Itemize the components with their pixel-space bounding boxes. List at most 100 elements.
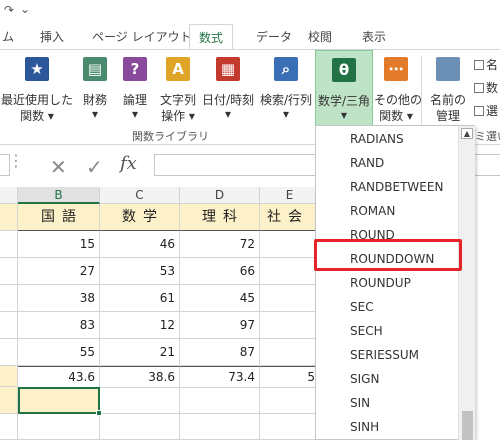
row-header[interactable] [0,204,18,231]
theta-icon: θ [332,58,356,82]
enter-icon[interactable]: ✓ [86,155,103,179]
financial-button[interactable]: ▤ 財務 ▾ [75,50,115,126]
active-cell-selection[interactable] [18,387,102,416]
data-cell[interactable] [100,414,180,440]
recently-used-button[interactable]: ★ 最近使用した 関数 ▾ [0,50,74,126]
ribbon-tabs: ム 挿入 ページ レイアウト 数式 データ 校閲 表示 [0,22,500,51]
data-cell[interactable]: 15 [18,231,100,258]
column-header-c[interactable]: C [100,187,180,204]
header-cell-kokugo[interactable]: 国語 [18,204,100,231]
financial-icon: ▤ [83,57,107,81]
data-cell[interactable] [18,414,100,440]
function-item-roman[interactable]: ROMAN [350,204,395,218]
logical-button[interactable]: ? 論理 ▾ [116,50,154,126]
function-item-sech[interactable]: SECH [350,324,383,338]
quick-access-toolbar: ↷ ⌄ [0,0,500,22]
fill-handle[interactable] [96,410,102,416]
function-item-randbetween[interactable]: RANDBETWEEN [350,180,443,194]
function-item-sin[interactable]: SIN [350,396,370,410]
scroll-up-icon[interactable]: ▲ [461,128,473,139]
scrollbar-thumb[interactable] [462,411,473,440]
row-header[interactable] [0,414,18,440]
dropdown-scrollbar[interactable]: ▲ [458,126,475,440]
use-in-formula-icon [474,83,484,93]
row-header[interactable] [0,231,18,258]
row-header[interactable] [0,258,18,285]
tab-formulas[interactable]: 数式 [189,24,234,51]
data-cell[interactable]: 87 [180,339,260,366]
function-item-sinh[interactable]: SINH [350,420,379,434]
more-functions-icon: ⋯ [384,57,408,81]
row-header[interactable] [0,339,18,366]
data-cell[interactable]: 38 [18,285,100,312]
header-cell-sugaku[interactable]: 数学 [100,204,180,231]
data-cell[interactable] [180,387,260,414]
column-header-d[interactable]: D [180,187,260,204]
function-item-sec[interactable]: SEC [350,300,374,314]
data-cell[interactable]: 83 [18,312,100,339]
name-manager-button[interactable]: 名前の 管理 [426,50,470,126]
data-cell[interactable] [260,387,320,414]
tab-page-layout[interactable]: ページ レイアウト [92,28,192,45]
function-item-rand[interactable]: RAND [350,156,384,170]
data-cell[interactable] [260,339,320,366]
define-name-icon [474,60,484,70]
text-button[interactable]: A 文字列 操作 ▾ [156,50,200,126]
column-header-e[interactable]: E [260,187,320,204]
data-cell[interactable]: 97 [180,312,260,339]
data-cell[interactable]: 46 [100,231,180,258]
tab-home[interactable]: ム [2,28,14,45]
select-all-corner[interactable] [0,187,18,204]
name-box-dots-icon: ⋮ [8,151,24,170]
tab-insert[interactable]: 挿入 [40,28,64,45]
data-cell[interactable]: 61 [100,285,180,312]
date-time-button[interactable]: ▦ 日付/時刻 ▾ [200,50,256,126]
function-library-group-label: 関数ライブラリ [132,130,209,143]
qat-menu-icon[interactable]: ⌄ [20,2,30,16]
data-cell[interactable] [260,231,320,258]
data-cell[interactable]: 55 [18,339,100,366]
data-cell[interactable] [260,312,320,339]
tab-data[interactable]: データ [256,28,292,45]
define-name-item[interactable]: 名 [474,56,498,73]
row-header[interactable] [0,285,18,312]
function-item-roundup[interactable]: ROUNDUP [350,276,411,290]
function-item-sign[interactable]: SIGN [350,372,379,386]
data-cell[interactable]: 53 [100,258,180,285]
data-cell[interactable]: 21 [100,339,180,366]
data-cell[interactable] [180,414,260,440]
data-cell[interactable] [260,414,320,440]
column-header-b[interactable]: B [18,187,100,204]
data-cell[interactable]: 66 [180,258,260,285]
data-cell[interactable]: 72 [180,231,260,258]
function-item-seriessum[interactable]: SERIESSUM [350,348,419,362]
average-cell[interactable]: 5 [260,366,320,388]
redo-icon[interactable]: ↷ [4,3,14,17]
lookup-reference-button[interactable]: ⌕ 検索/行列 ▾ [257,50,315,126]
average-cell[interactable]: 43.6 [18,366,100,388]
tab-review[interactable]: 校閲 [308,28,332,45]
data-cell[interactable]: 12 [100,312,180,339]
insert-function-button[interactable]: fx [120,153,137,174]
tab-view[interactable]: 表示 [362,28,386,45]
row-header[interactable] [0,387,18,414]
more-functions-button[interactable]: ⋯ その他の 関数 ▾ [374,50,422,126]
create-from-selection-icon [474,106,484,116]
average-cell[interactable]: 38.6 [100,366,180,388]
header-cell-rika[interactable]: 理科 [180,204,260,231]
create-from-selection-item[interactable]: 選 [474,102,498,119]
use-in-formula-item[interactable]: 数 [474,79,498,96]
math-trig-button[interactable]: θ 数学/三角 ▾ [315,50,373,126]
data-cell[interactable] [100,387,180,414]
average-cell[interactable]: 73.4 [180,366,260,388]
function-item-radians[interactable]: RADIANS [350,132,404,146]
data-cell[interactable]: 27 [18,258,100,285]
data-cell[interactable] [260,258,320,285]
header-cell-shakai[interactable]: 社会 [260,204,320,231]
row-header[interactable] [0,312,18,339]
cancel-icon[interactable]: ✕ [50,155,67,179]
data-cell[interactable]: 45 [180,285,260,312]
calendar-icon: ▦ [216,57,240,81]
row-header[interactable] [0,366,18,387]
data-cell[interactable] [260,285,320,312]
